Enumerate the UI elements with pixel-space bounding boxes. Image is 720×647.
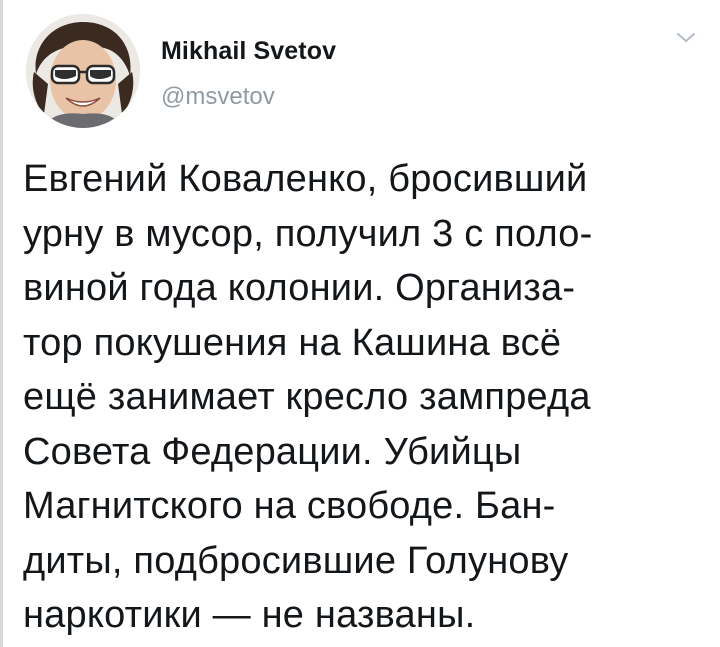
avatar[interactable]	[26, 14, 140, 128]
author-display-name[interactable]: Mikhail Svetov	[161, 37, 336, 66]
author-handle[interactable]: @msvetov	[161, 83, 275, 111]
chevron-down-icon[interactable]	[673, 28, 699, 46]
window-edge	[0, 0, 3, 647]
tweet-card: Mikhail Svetov @msvetov Евгений Коваленк…	[0, 0, 720, 647]
tweet-text: Евгений Коваленко, бросивший урну в мусо…	[23, 158, 593, 636]
